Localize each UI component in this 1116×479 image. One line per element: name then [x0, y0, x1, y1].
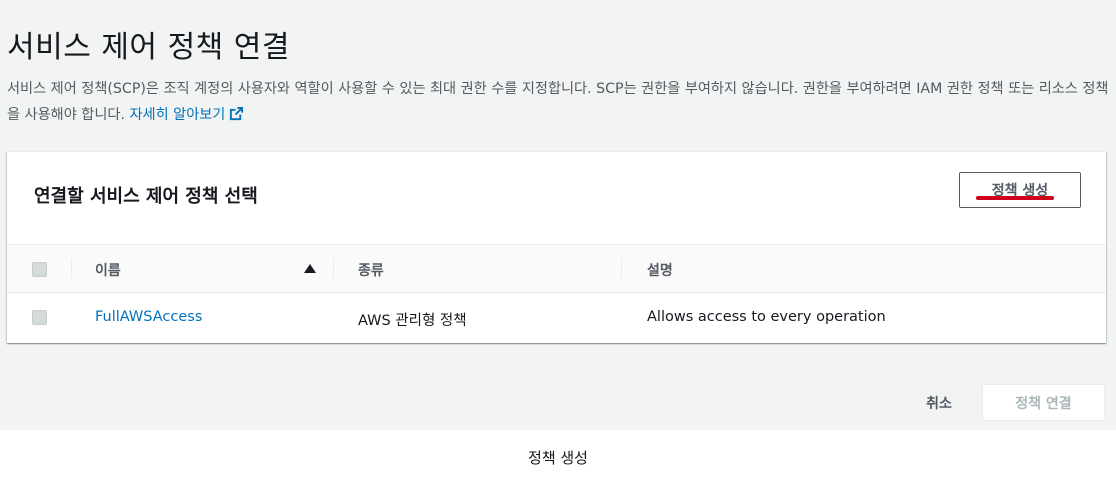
column-header-description[interactable]: 설명 — [647, 260, 673, 280]
column-header-type[interactable]: 종류 — [358, 260, 384, 280]
column-divider — [333, 259, 334, 279]
policy-name-link[interactable]: FullAWSAccess — [95, 309, 202, 325]
select-all-checkbox[interactable] — [32, 262, 47, 277]
sort-ascending-icon[interactable] — [304, 264, 316, 273]
create-policy-button[interactable]: 정책 생성 — [959, 172, 1081, 208]
page-description: 서비스 제어 정책(SCP)은 조직 계정의 사용자와 역할이 사용할 수 있는… — [7, 76, 1111, 130]
column-header-name[interactable]: 이름 — [95, 260, 121, 280]
learn-more-link[interactable]: 자세히 알아보기 — [129, 106, 244, 123]
cancel-button[interactable]: 취소 — [915, 385, 963, 421]
table-header-row: 이름 종류 설명 — [7, 244, 1106, 293]
red-underline-annotation — [976, 196, 1054, 200]
page-title: 서비스 제어 정책 연결 — [7, 30, 291, 65]
external-link-icon — [229, 104, 244, 130]
table-row[interactable]: FullAWSAccess AWS 관리형 정책 Allows access t… — [7, 293, 1106, 343]
policy-type: AWS 관리형 정책 — [358, 313, 467, 329]
panel-title: 연결할 서비스 제어 정책 선택 — [34, 186, 258, 207]
console-content: 서비스 제어 정책 연결 서비스 제어 정책(SCP)은 조직 계정의 사용자와… — [0, 0, 1116, 430]
learn-more-label: 자세히 알아보기 — [129, 107, 226, 123]
column-divider — [621, 259, 622, 279]
image-caption: 정책 생성 — [528, 449, 588, 467]
screenshot-stage: 서비스 제어 정책 연결 서비스 제어 정책(SCP)은 조직 계정의 사용자와… — [0, 0, 1116, 479]
policy-selection-panel: 연결할 서비스 제어 정책 선택 정책 생성 이름 종류 설명 FullAWSA… — [7, 151, 1106, 343]
policy-description: Allows access to every operation — [647, 309, 886, 325]
panel-header: 연결할 서비스 제어 정책 선택 정책 생성 — [7, 152, 1106, 244]
row-checkbox[interactable] — [32, 310, 47, 325]
attach-policy-button[interactable]: 정책 연결 — [982, 384, 1105, 421]
column-divider — [71, 259, 72, 279]
